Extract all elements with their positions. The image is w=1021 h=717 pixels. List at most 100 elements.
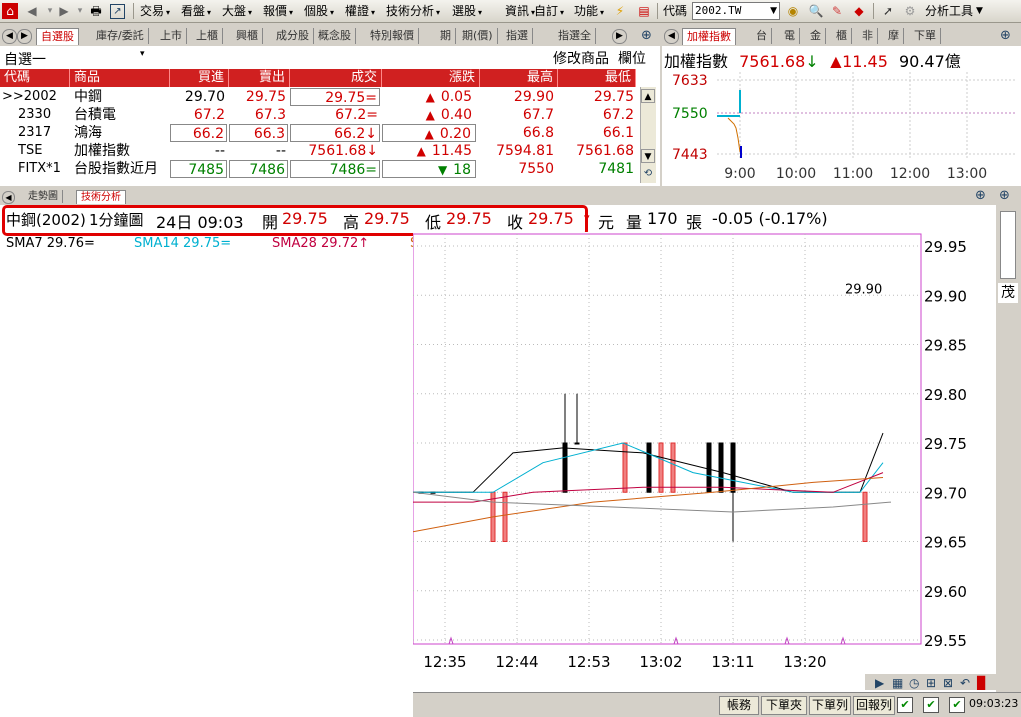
tab-watch-11[interactable]: 指選全 (554, 28, 596, 44)
tab-watch-3[interactable]: 上櫃 (192, 28, 223, 44)
zoom-icon[interactable]: ⊕ (999, 188, 1010, 203)
home-icon[interactable]: ⌂ (2, 3, 18, 19)
lightning-icon[interactable]: ⚡ (612, 3, 628, 19)
binoculars-icon[interactable]: ◉ (785, 3, 801, 19)
checkbox[interactable]: ✔ (897, 697, 913, 713)
forward-icon[interactable]: ▶ (56, 3, 72, 19)
tab-watch-1[interactable]: 庫存/委託 (92, 28, 149, 44)
zoom-icon[interactable]: ⊕ (1000, 28, 1011, 43)
tab-watch-10[interactable]: 指選 (502, 28, 533, 44)
cell-bid[interactable]: 7485 (170, 160, 227, 178)
cell-bid[interactable]: 67.2 (170, 106, 227, 124)
cell-ask[interactable]: 66.3 (229, 124, 288, 142)
zoom-icon[interactable]: ⊕ (975, 188, 986, 203)
chart-tab-prev-icon[interactable]: ◀ (2, 191, 15, 204)
column-header-2[interactable]: 買進 (170, 69, 229, 87)
external-link-icon[interactable]: ↗ (110, 4, 125, 19)
forward-dropdown-icon[interactable]: ▾ (72, 3, 88, 19)
table-row[interactable]: 2317 鴻海 66.2 66.3 66.2↓ ▲ 0.20 66.8 66.1 (0, 124, 640, 142)
tab-watch-7[interactable]: 特別報價 (366, 28, 419, 44)
mini-tab-prev-icon[interactable]: ◀ (664, 29, 679, 44)
print-icon[interactable]: 🖶 (88, 3, 104, 19)
table-row[interactable]: FITX*1 台股指數近月 7485 7486 7486= ▼ 18 7550 7481 (0, 160, 640, 178)
tab-next-icon[interactable]: ▶ (17, 29, 32, 44)
tab-mini-7[interactable]: 下單 (910, 28, 941, 44)
tab-watch-9[interactable]: 期(價) (458, 28, 498, 44)
tab-mini-3[interactable]: 金 (806, 28, 826, 44)
quote-scrollbar[interactable]: ▲ ▼ ⟲ (640, 87, 656, 183)
column-header-6[interactable]: 最高 (480, 69, 558, 87)
settings-icon[interactable]: ⚙ (902, 3, 918, 19)
scroll-up-icon[interactable]: ▲ (641, 89, 655, 103)
toolbar-menu-2[interactable]: 大盤 ▾ (222, 3, 252, 19)
toolbar-menu-10[interactable]: 功能 ▾ (574, 3, 604, 19)
cell-last[interactable]: 7486= (290, 160, 380, 178)
tools-icon[interactable]: ✎ (829, 3, 845, 19)
toolbar-menu-6[interactable]: 技術分析 ▾ (386, 3, 440, 19)
toolbar-menu-8[interactable]: 資訊 ▾ (505, 3, 535, 19)
table-row[interactable]: 2330 台積電 67.2 67.3 67.2= ▲ 0.40 67.7 67.2 (0, 106, 640, 124)
cell-ask[interactable]: 67.3 (229, 106, 288, 124)
tab-mini-6[interactable]: 摩 (884, 28, 904, 44)
toolbar-menu-1[interactable]: 看盤 ▾ (181, 3, 211, 19)
modify-products-button[interactable]: 修改商品 (553, 48, 609, 68)
status-button-1[interactable]: 下單夾 (761, 696, 807, 715)
notepad-icon[interactable]: ▤ (636, 3, 652, 19)
cell-last[interactable]: 66.2↓ (290, 124, 380, 142)
toolbar-menu-5[interactable]: 權證 ▾ (345, 3, 375, 19)
checkbox[interactable]: ✔ (923, 697, 939, 713)
table-row[interactable]: >>2002 中鋼 29.70 29.75 29.75= ▲ 0.05 29.90 29.75 (0, 88, 640, 106)
status-button-3[interactable]: 回報列 (853, 696, 895, 715)
chart-tool-icon[interactable]: ▦ (892, 676, 903, 690)
toolbar-menu-4[interactable]: 個股 ▾ (304, 3, 334, 19)
tab-watch-2[interactable]: 上市 (156, 28, 187, 44)
cell-bid[interactable]: 66.2 (170, 124, 227, 142)
refresh-icon[interactable]: ⟲ (641, 167, 655, 181)
cell-last[interactable]: 67.2= (290, 106, 380, 124)
back-icon[interactable]: ◀ (24, 3, 40, 19)
cell-ask[interactable]: 7486 (229, 160, 288, 178)
side-scroll[interactable] (1000, 211, 1016, 279)
toolbar-menu-0[interactable]: 交易 ▾ (140, 3, 170, 19)
chart-tool-icon[interactable]: ⊞ (926, 676, 936, 690)
tab-mini-5[interactable]: 非 (858, 28, 878, 44)
watchlist-name[interactable]: 自選一 (4, 49, 46, 69)
cell-last[interactable]: 7561.68↓ (290, 142, 380, 160)
cell-bid[interactable]: 29.70 (170, 88, 227, 106)
cell-bid[interactable]: -- (170, 142, 227, 160)
zoom-icon[interactable]: ⊕ (641, 28, 652, 43)
code-input[interactable]: 2002.TW ▼ (692, 2, 780, 20)
tab-mini-4[interactable]: 櫃 (832, 28, 852, 44)
chart-tool-icon[interactable]: ◷ (909, 676, 920, 690)
toolbar-menu-3[interactable]: 報價 ▾ (263, 3, 293, 19)
tab-mini-2[interactable]: 電 (780, 28, 800, 44)
chart-tool-icon[interactable]: ▉ (976, 675, 986, 690)
analysis-tools-menu[interactable]: 分析工具 (925, 3, 973, 19)
column-header-4[interactable]: 成交 (290, 69, 382, 87)
column-header-3[interactable]: 賣出 (229, 69, 290, 87)
scroll-down-icon[interactable]: ▼ (641, 149, 655, 163)
column-header-5[interactable]: 漲跌 (382, 69, 480, 87)
tab-scroll-icon[interactable]: ▶ (612, 29, 627, 44)
tab-watch-5[interactable]: 成分股 (272, 28, 314, 44)
column-header-7[interactable]: 最低 (558, 69, 636, 87)
chevron-down-icon[interactable]: ▼ (976, 3, 983, 19)
tab-mini-1[interactable]: 台 (752, 28, 772, 44)
status-button-2[interactable]: 下單列 (809, 696, 851, 715)
cell-ask[interactable]: -- (229, 142, 288, 160)
tab-watch-0[interactable]: 自選股 (36, 28, 79, 45)
cell-last[interactable]: 29.75= (290, 88, 380, 106)
checkbox[interactable]: ✔ (949, 697, 965, 713)
tab-prev-icon[interactable]: ◀ (2, 29, 17, 44)
chart-tool-icon[interactable]: ⊠ (943, 676, 953, 690)
toolbar-menu-7[interactable]: 選股 ▾ (452, 3, 482, 19)
chart-tool-icon[interactable]: ↶ (960, 676, 970, 690)
chevron-down-icon[interactable]: ▼ (770, 3, 777, 19)
tab-watch-4[interactable]: 興櫃 (232, 28, 263, 44)
tab-chart-0[interactable]: 走勢圖 (24, 190, 63, 203)
toolbar-menu-9[interactable]: 自訂 ▾ (534, 3, 564, 19)
tab-watch-8[interactable]: 期 (436, 28, 456, 44)
columns-button[interactable]: 欄位 (618, 48, 646, 68)
chevron-down-icon[interactable]: ▾ (140, 49, 145, 59)
cursor-icon[interactable]: ➚ (880, 3, 896, 19)
